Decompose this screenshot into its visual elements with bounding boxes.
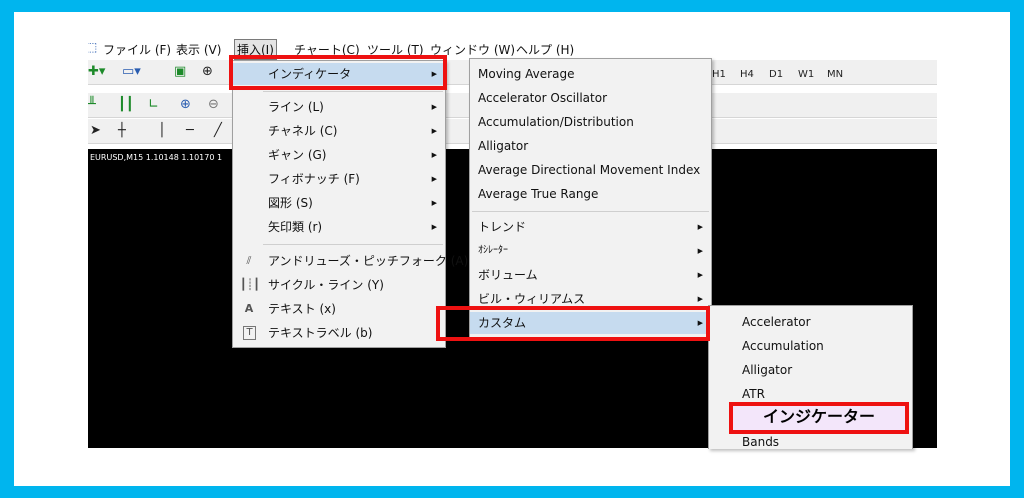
bar-chart-icon[interactable]: ╨ — [88, 97, 96, 112]
indicator-adx[interactable]: Average Directional Movement Index — [470, 159, 711, 181]
indicator-moving-average[interactable]: Moving Average — [470, 63, 711, 85]
menu-view[interactable]: 表示 (V) — [176, 41, 221, 58]
crosshair-icon[interactable]: ⊕ — [202, 64, 213, 79]
menu-separator — [472, 211, 709, 212]
submenu-arrow-icon: ▶ — [697, 271, 703, 279]
menu-separator — [263, 244, 443, 245]
menu-item-andrews-pitchfork[interactable]: ⫽ アンドリューズ・ピッチフォーク (A) — [233, 250, 469, 272]
timeframe-h1[interactable]: H1 — [712, 69, 726, 80]
menu-item-cycle-lines[interactable]: ┃┊┃ サイクル・ライン (Y) — [233, 274, 445, 296]
menu-help[interactable]: ヘルプ (H) — [516, 41, 574, 58]
new-chart-icon[interactable]: ✚▾ — [88, 64, 105, 79]
menu-item-fibonacci[interactable]: フィボナッチ (F) ▶ — [233, 168, 445, 190]
submenu-arrow-icon: ▶ — [431, 199, 437, 207]
zoom-in-icon[interactable]: ⊕ — [180, 97, 191, 112]
submenu-arrow-icon: ▶ — [431, 127, 437, 135]
submenu-arrow-icon: ▶ — [431, 223, 437, 231]
submenu-arrow-icon: ▶ — [697, 247, 703, 255]
indicator-accumulation-distribution[interactable]: Accumulation/Distribution — [470, 111, 711, 133]
indicator-alligator[interactable]: Alligator — [470, 135, 711, 157]
vertical-line-icon[interactable]: │ — [158, 123, 166, 138]
custom-alligator[interactable]: Alligator — [709, 359, 912, 381]
menu-item-gann[interactable]: ギャン (G) ▶ — [233, 144, 445, 166]
indicator-accelerator-oscillator[interactable]: Accelerator Oscillator — [470, 87, 711, 109]
submenu-oscillators[interactable]: ｵｼﾚｰﾀｰ ▶ — [470, 240, 711, 262]
custom-bands[interactable]: Bands — [709, 431, 912, 453]
candlestick-icon[interactable]: ┃┃ — [118, 97, 134, 112]
menu-separator — [263, 91, 443, 92]
market-watch-icon[interactable]: ▣ — [174, 64, 186, 79]
menu-item-lines[interactable]: ライン (L) ▶ — [233, 96, 445, 118]
submenu-volumes[interactable]: ボリューム ▶ — [470, 264, 711, 286]
submenu-trend[interactable]: トレンド ▶ — [470, 216, 711, 238]
timeframe-d1[interactable]: D1 — [769, 69, 783, 80]
trendline-icon[interactable]: ╱ — [214, 123, 222, 138]
indicator-atr[interactable]: Average True Range — [470, 183, 711, 205]
zoom-out-icon[interactable]: ⊖ — [208, 97, 219, 112]
menu-item-channels[interactable]: チャネル (C) ▶ — [233, 120, 445, 142]
custom-accelerator[interactable]: Accelerator — [709, 311, 912, 333]
custom-indicator-highlighted[interactable]: インジケーター — [729, 402, 909, 434]
menu-item-text[interactable]: A テキスト (x) — [233, 298, 445, 320]
menu-item-shapes[interactable]: 図形 (S) ▶ — [233, 192, 445, 214]
insert-menu: インディケータ ▶ ライン (L) ▶ チャネル (C) ▶ ギャン (G) ▶… — [232, 60, 469, 348]
submenu-arrow-icon: ▶ — [431, 103, 437, 111]
custom-accumulation[interactable]: Accumulation — [709, 335, 912, 357]
text-label-icon: T — [243, 326, 256, 340]
indicators-menu: Moving Average Accelerator Oscillator Ac… — [469, 58, 712, 340]
crosshair-tool-icon[interactable]: ┼ — [118, 123, 126, 138]
horizontal-line-icon[interactable]: ─ — [186, 123, 194, 138]
annotation-box-indicators — [229, 55, 447, 90]
cursor-icon[interactable]: ➤ — [90, 123, 101, 138]
timeframe-h4[interactable]: H4 — [740, 69, 754, 80]
timeframe-mn[interactable]: MN — [827, 69, 843, 80]
menu-item-text-label[interactable]: T テキストラベル (b) — [233, 322, 445, 344]
submenu-arrow-icon: ▶ — [431, 175, 437, 183]
profiles-icon[interactable]: ▭▾ — [122, 64, 141, 79]
menu-item-arrows[interactable]: 矢印類 (r) ▶ — [233, 216, 445, 238]
timeframe-w1[interactable]: W1 — [798, 69, 814, 80]
line-chart-icon[interactable]: ∟ — [148, 97, 159, 112]
annotation-box-custom — [436, 306, 710, 341]
app-icon: ⬚ — [88, 40, 98, 54]
submenu-arrow-icon: ▶ — [697, 223, 703, 231]
menu-bar: ⬚ ファイル (F) 表示 (V) 挿入(I) チャート(C) ツール (T) … — [88, 38, 937, 60]
cycle-lines-icon: ┃┊┃ — [240, 278, 260, 291]
pitchfork-icon: ⫽ — [246, 254, 252, 267]
submenu-arrow-icon: ▶ — [431, 151, 437, 159]
menu-file[interactable]: ファイル (F) — [103, 41, 171, 58]
text-icon: A — [244, 302, 254, 315]
chart-symbol-label: EURUSD,M15 1.10148 1.10170 1 — [90, 153, 223, 162]
